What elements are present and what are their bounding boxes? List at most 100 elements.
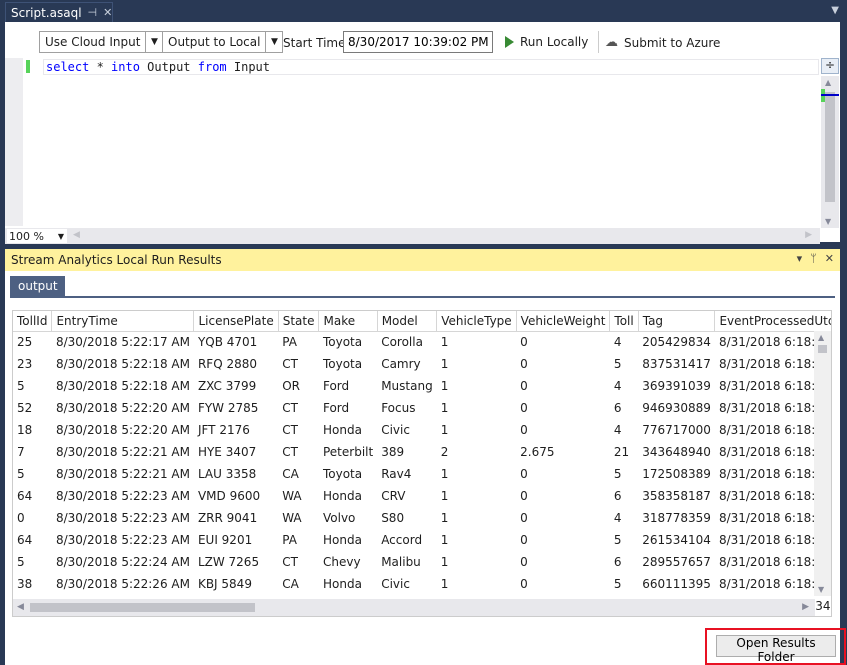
table-cell: PA [282, 335, 297, 350]
table-row[interactable]: 5 8/30/2018 5:22:18 AM ZXC 3799 OR Ford Musta… [13, 375, 831, 397]
table-row[interactable]: 18 8/30/2018 5:22:20 AM JFT 2176 CT Honda Civ… [13, 419, 831, 441]
script-editor-window: Use Cloud Input ▼ Output to Local ▼ Star… [5, 22, 840, 244]
chevron-down-icon[interactable]: ▼ [146, 37, 162, 47]
table-row[interactable]: 5 8/30/2018 5:22:21 AM LAU 3358 CA Toyota Rav… [13, 463, 831, 485]
table-cell: Malibu [381, 555, 421, 569]
scrollbar-thumb[interactable] [30, 603, 255, 612]
table-row[interactable]: 7 8/30/2018 5:22:21 AM HYE 3407 CT Peterbilt… [13, 441, 831, 463]
scroll-left-icon[interactable]: ◀ [17, 602, 24, 612]
open-results-folder-button[interactable]: Open Results Folder [716, 635, 836, 664]
code-editor[interactable]: select * into Output from Input [5, 58, 820, 226]
table-cell: 5 [613, 577, 622, 591]
table-cell: KBJ 5849 [197, 577, 252, 591]
column-header[interactable]: Model [377, 311, 438, 332]
output-target-dropdown[interactable]: Output to Local ▼ [162, 31, 284, 53]
scroll-right-icon[interactable]: ▶ [805, 230, 812, 240]
column-header[interactable]: LicensePlate [193, 311, 279, 332]
close-icon[interactable]: ✕ [103, 6, 112, 19]
code-star: * [89, 60, 112, 74]
table-cell: 52 [17, 401, 33, 415]
table-cell: 837531417 [642, 357, 711, 371]
submit-to-azure-button[interactable]: ☁ Submit to Azure [605, 35, 720, 50]
document-tab-title: Script.asaql [11, 5, 82, 20]
scrollbar-thumb[interactable] [825, 92, 835, 202]
table-cell: CA [282, 467, 299, 481]
column-header[interactable]: State [278, 311, 320, 332]
input-source-dropdown[interactable]: Use Cloud Input ▼ [39, 31, 164, 53]
scroll-down-icon[interactable]: ▼ [818, 585, 824, 594]
table-row[interactable]: 38 8/30/2018 5:22:26 AM KBJ 5849 CA Honda Civ… [13, 573, 831, 595]
start-time-input[interactable] [343, 31, 493, 53]
table-cell: 8/30/2018 5:22:23 AM [55, 489, 190, 503]
table-cell: 5 [613, 467, 622, 481]
run-locally-button[interactable]: Run Locally [505, 35, 588, 49]
zoom-value: 100 % [9, 229, 44, 243]
table-cell: 0 [520, 423, 528, 437]
scroll-up-icon[interactable]: ▲ [818, 333, 824, 342]
pin-icon[interactable]: ᛘ [810, 252, 817, 265]
table-cell: Ford [322, 379, 350, 393]
pin-icon[interactable]: ⊣ [88, 6, 98, 19]
table-cell: Camry [381, 357, 421, 371]
table-cell: Ford [322, 401, 350, 415]
table-row[interactable]: 64 8/30/2018 5:22:23 AM VMD 9600 WA Honda CRV… [13, 485, 831, 507]
output-target-value: Output to Local [163, 32, 267, 52]
column-header[interactable]: VehicleWeight [516, 311, 611, 332]
column-header[interactable]: Toll [609, 311, 639, 332]
editor-vertical-scrollbar[interactable]: ▲ ▼ [821, 76, 839, 228]
table-cell: 369391039 [642, 379, 711, 393]
split-window-icon[interactable]: ÷ [821, 58, 839, 74]
table-cell: 660111395 [642, 577, 711, 591]
table-cell: 18 [17, 423, 33, 437]
table-cell: 5 [613, 357, 622, 371]
toolbar: Use Cloud Input ▼ Output to Local ▼ Star… [5, 26, 840, 58]
table-cell: 8/30/2018 5:22:18 AM [55, 379, 190, 393]
column-header[interactable]: Tag [638, 311, 716, 332]
table-cell: 64 [17, 489, 33, 503]
dropdown-icon[interactable]: ▾ [797, 252, 803, 265]
table-row[interactable]: 52 8/30/2018 5:22:20 AM FYW 2785 CT Ford Focu… [13, 397, 831, 419]
scroll-left-icon[interactable]: ◀ [73, 230, 80, 240]
tab-output[interactable]: output [10, 276, 65, 296]
column-header[interactable]: Make [318, 311, 378, 332]
table-cell: 0 [520, 577, 528, 591]
table-row[interactable]: 64 8/30/2018 5:22:23 AM EUI 9201 PA Honda Acc… [13, 529, 831, 551]
table-cell: YQB 4701 [197, 335, 258, 350]
zoom-dropdown[interactable]: 100 % ▼ [7, 229, 67, 243]
table-row[interactable]: 25 8/30/2018 5:22:17 AM YQB 4701 PA Toyota Co… [13, 331, 831, 353]
grid-vertical-scrollbar[interactable]: ▲ ▼ [814, 331, 831, 596]
table-cell: CT [282, 401, 298, 415]
table-cell: 1 [440, 423, 449, 437]
table-cell: 23 [17, 357, 33, 371]
table-cell: Honda [322, 489, 362, 503]
scrollbar-thumb[interactable] [818, 345, 827, 353]
table-cell: 5 [17, 467, 25, 481]
table-cell: Toyota [322, 335, 363, 350]
table-cell: WA [282, 489, 302, 503]
chevron-down-icon[interactable]: ▼ [266, 37, 282, 47]
column-header[interactable]: EntryTime [51, 311, 195, 332]
grid-horizontal-scrollbar[interactable]: ◀ ▶ [13, 599, 815, 616]
table-cell: Chevy [322, 555, 361, 569]
chevron-down-icon[interactable]: ▼ [58, 232, 67, 241]
table-cell: 0 [520, 467, 528, 481]
column-header[interactable]: VehicleType [436, 311, 517, 332]
column-header[interactable]: EventProcessedUtcTime [714, 311, 831, 332]
table-cell: 1 [440, 511, 449, 525]
table-cell: Toyota [322, 357, 363, 371]
table-cell: 64 [17, 533, 33, 547]
table-cell: 0 [520, 555, 528, 569]
table-row[interactable]: 0 8/30/2018 5:22:23 AM ZRR 9041 WA Volvo S80 1… [13, 507, 831, 529]
column-header[interactable]: TollId [13, 311, 53, 332]
code-line[interactable]: select * into Output from Input [43, 59, 819, 75]
table-cell: 1 [440, 533, 449, 547]
scroll-right-icon[interactable]: ▶ [802, 602, 809, 612]
close-icon[interactable]: ✕ [825, 252, 834, 265]
table-cell: 0 [520, 489, 528, 503]
chevron-down-icon[interactable]: ▼ [831, 5, 839, 16]
table-row[interactable]: 23 8/30/2018 5:22:18 AM RFQ 2880 CT Toyota Ca… [13, 353, 831, 375]
scroll-up-icon[interactable]: ▲ [825, 78, 831, 87]
scroll-down-icon[interactable]: ▼ [825, 217, 831, 226]
table-row[interactable]: 5 8/30/2018 5:22:24 AM LZW 7265 CT Chevy Mali… [13, 551, 831, 573]
document-tab[interactable]: Script.asaql ⊣ ✕ [5, 2, 113, 22]
